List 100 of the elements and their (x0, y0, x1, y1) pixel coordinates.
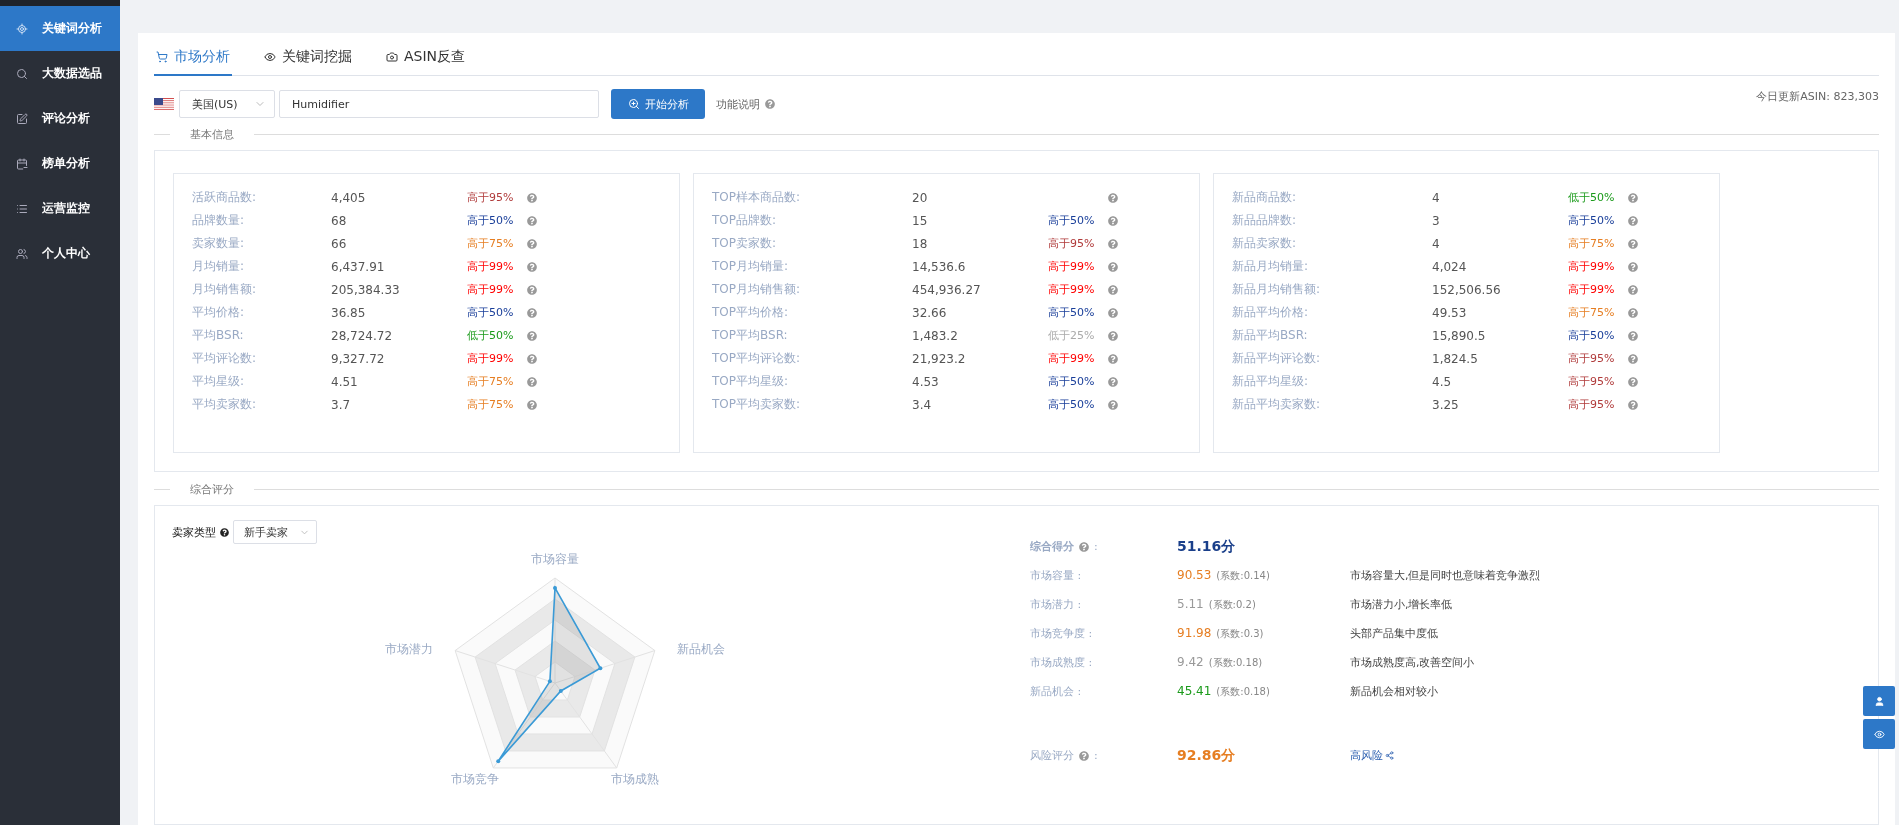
score-comment: 市场容量大,但是同时也意味着竞争激烈 (1350, 568, 1541, 583)
score-label: 风险评分 (1030, 748, 1074, 763)
stat-value: 152,506.56 (1432, 282, 1502, 297)
axis-label: 市场成熟 (611, 771, 659, 786)
stat-value: 4,024 (1432, 259, 1468, 274)
stat-value: 68 (331, 213, 348, 228)
stat-label: 新品平均星级: (1232, 373, 1310, 390)
comparison-tag: 高于50% (1568, 213, 1628, 228)
zoom-in-icon (627, 98, 640, 110)
stat-value: 4,405 (331, 190, 367, 205)
score-value: 91.98 (1177, 626, 1212, 640)
stat-label: 新品平均BSR: (1232, 327, 1309, 344)
score-label: 市场竞争度 : (1030, 626, 1094, 641)
score-comment: 头部产品集中度低 (1350, 626, 1439, 641)
stat-value: 4.51 (331, 374, 359, 389)
comparison-tag: 高于99% (1568, 282, 1628, 297)
start-analysis-button[interactable]: 开始分析 (611, 89, 705, 119)
comparison-tag: 高于50% (467, 213, 527, 228)
score-label: 新品机会 : (1030, 684, 1083, 699)
tab[interactable]: ASIN反查 (384, 39, 468, 76)
stat-label: TOP平均价格: (712, 304, 790, 321)
comparison-tag: 高于75% (1568, 305, 1628, 320)
coefficient: (系数:0.18) (1208, 656, 1263, 670)
stat-label: 新品平均卖家数: (1232, 396, 1322, 413)
tab[interactable]: 市场分析 (154, 39, 232, 76)
stat-label: 新品平均价格: (1232, 304, 1310, 321)
stat-value: 3.7 (331, 397, 352, 412)
comparison-tag: 低于50% (1568, 190, 1628, 205)
seller-type-select[interactable]: 新手卖家 (233, 520, 317, 544)
stat-label: TOP平均卖家数: (712, 396, 802, 413)
axis-label: 新品机会 (677, 641, 725, 656)
coefficient: (系数:0.14) (1216, 569, 1270, 583)
country-select[interactable]: 美国(US) (179, 90, 275, 118)
keyword-input[interactable]: Humidifier (279, 90, 599, 118)
stat-value: 4 (1432, 236, 1441, 251)
score-comment: 市场潜力小,增长率低 (1350, 597, 1454, 612)
stat-value: 6,437.91 (331, 259, 386, 274)
list-icon (16, 202, 28, 215)
stat-label: 活跃商品数: (192, 189, 258, 206)
flag-icon (154, 97, 174, 111)
user-icon (1873, 695, 1885, 707)
edit-icon (16, 112, 28, 125)
help-icon[interactable] (220, 527, 229, 537)
stat-value: 454,936.27 (912, 282, 982, 297)
sidebar-item[interactable]: 榜单分析 (0, 141, 120, 186)
stat-label: TOP品牌数: (712, 212, 778, 229)
stat-value: 32.66 (912, 305, 948, 320)
comparison-tag: 高于50% (1568, 328, 1628, 343)
stat-value: 20 (912, 190, 929, 205)
axis-label: 市场竞争 (451, 771, 499, 786)
risk-link[interactable]: 高风险 (1350, 748, 1541, 763)
stat-value: 15 (912, 213, 929, 228)
help-link[interactable]: 功能说明 (716, 96, 760, 112)
stat-value: 3 (1432, 213, 1441, 228)
eye-icon (1873, 728, 1885, 740)
stat-value: 4 (1432, 190, 1441, 205)
stat-label: TOP平均BSR: (712, 327, 789, 344)
stat-label: 新品平均评论数: (1232, 350, 1322, 367)
target-icon (16, 22, 28, 35)
stat-value: 49.53 (1432, 305, 1468, 320)
stat-value: 21,923.2 (912, 351, 967, 366)
tab[interactable]: 关键词挖掘 (262, 39, 354, 76)
comparison-tag: 高于99% (1048, 259, 1108, 274)
stat-label: 新品月均销量: (1232, 258, 1310, 275)
score-label: 综合得分 (1030, 539, 1074, 554)
comparison-tag: 低于25% (1048, 328, 1108, 343)
colon: : (1094, 749, 1098, 762)
section-title: 基本信息 (189, 127, 235, 142)
stat-label: TOP卖家数: (712, 235, 778, 252)
section-title: 综合评分 (189, 482, 235, 497)
stat-value: 9,327.72 (331, 351, 386, 366)
stat-value: 4.5 (1432, 374, 1453, 389)
sidebar-item[interactable]: 个人中心 (0, 231, 120, 276)
cart-icon (156, 50, 168, 63)
users-icon (16, 247, 28, 260)
score-value: 90.53 (1177, 568, 1212, 582)
score-label: 市场成熟度 : (1030, 655, 1094, 670)
comparison-tag: 高于50% (467, 305, 527, 320)
coefficient: (系数:0.3) (1216, 627, 1264, 641)
comparison-tag: 高于50% (1048, 374, 1108, 389)
sidebar-item[interactable]: 运营监控 (0, 186, 120, 231)
comparison-tag: 高于95% (1048, 236, 1108, 251)
eye-icon (264, 50, 276, 63)
stat-label: TOP月均销量: (712, 258, 790, 275)
user-button[interactable] (1863, 686, 1895, 716)
sidebar-item[interactable]: 评论分析 (0, 96, 120, 141)
stat-label: 月均销售额: (192, 281, 258, 298)
stat-label: 平均价格: (192, 304, 246, 321)
comparison-tag: 高于99% (467, 282, 527, 297)
sidebar-item[interactable]: 关键词分析 (0, 6, 120, 51)
total-score: 51.16分 (1177, 537, 1237, 556)
comparison-tag: 高于99% (1568, 259, 1628, 274)
stat-label: TOP平均评论数: (712, 350, 802, 367)
eye-button[interactable] (1863, 719, 1895, 749)
comparison-tag: 高于95% (467, 190, 527, 205)
stat-label: 新品月均销售额: (1232, 281, 1322, 298)
sidebar-item[interactable]: 大数据选品 (0, 51, 120, 96)
axis-label: 市场容量 (531, 551, 579, 566)
share-icon (1385, 751, 1394, 760)
stat-label: 新品商品数: (1232, 189, 1298, 206)
